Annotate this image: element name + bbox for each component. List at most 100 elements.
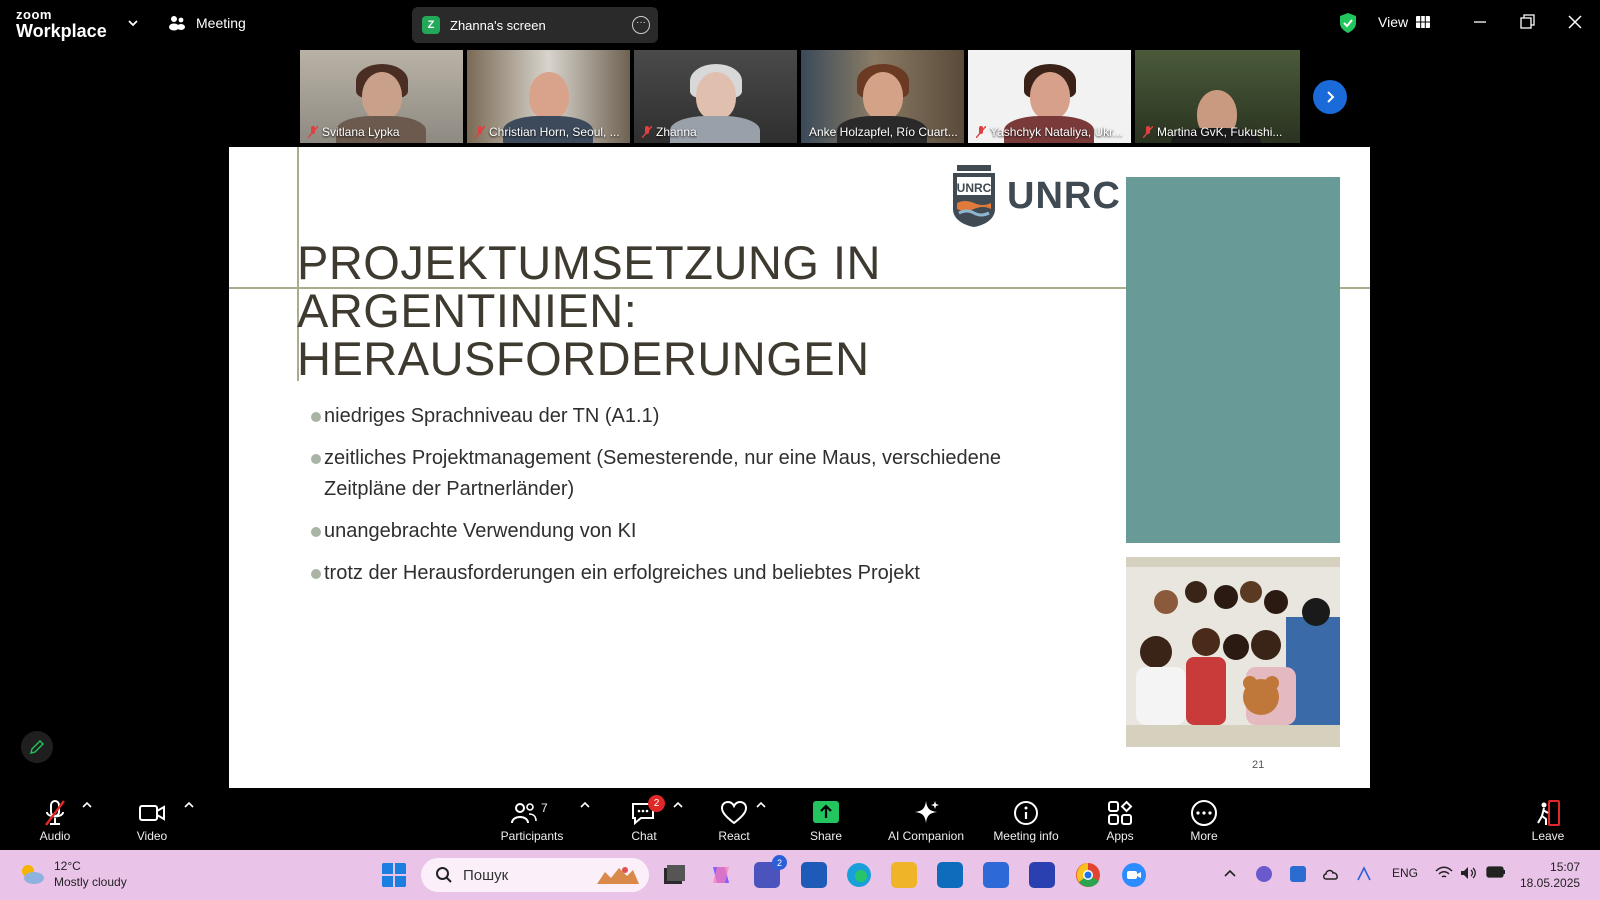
volume-icon[interactable] — [1460, 866, 1478, 880]
chevron-up-icon[interactable] — [756, 801, 766, 809]
chevron-up-icon[interactable] — [82, 801, 92, 809]
chevron-up-icon[interactable] — [1223, 868, 1237, 878]
edge-icon[interactable] — [846, 862, 872, 888]
temperature: 12°C — [54, 859, 81, 873]
minimize-icon[interactable] — [1470, 12, 1490, 32]
meeting-icon — [169, 16, 185, 31]
people-icon — [511, 803, 537, 824]
pencil-icon — [30, 740, 44, 754]
leave-icon — [1537, 800, 1560, 826]
close-icon[interactable] — [1565, 12, 1585, 32]
bullet-dot — [311, 569, 321, 579]
zoom-taskbar-icon[interactable] — [1121, 862, 1147, 888]
ai-companion-button[interactable]: AI Companion — [884, 789, 968, 850]
cloud-sync-icon[interactable] — [1322, 866, 1340, 882]
chat-button[interactable]: 2 Chat — [626, 789, 665, 850]
participant-tile[interactable]: Martina GvK, Fukushi... — [1135, 50, 1300, 143]
participant-tile[interactable]: Zhanna — [634, 50, 797, 143]
more-button[interactable]: More — [1184, 789, 1224, 850]
chevron-up-icon[interactable] — [673, 801, 683, 809]
video-button[interactable]: Video — [130, 789, 174, 850]
mic-muted-icon — [475, 126, 485, 138]
meeting-menu[interactable]: Meeting — [168, 14, 246, 32]
bullet-item: zeitliches Projektmanagement (Semesteren… — [311, 443, 1071, 505]
chat-icon-wrap: 2 — [629, 795, 665, 827]
battery-icon[interactable] — [1486, 866, 1506, 878]
app-icon[interactable] — [1029, 862, 1055, 888]
store-icon[interactable] — [983, 862, 1009, 888]
next-page-button[interactable] — [1313, 80, 1347, 114]
mic-muted-icon — [976, 126, 986, 138]
mic-muted-icon — [45, 800, 65, 826]
search-highlight-icon — [597, 867, 639, 884]
encryption-shield-icon[interactable] — [1338, 12, 1358, 34]
defender-icon[interactable] — [1290, 866, 1306, 882]
chevron-down-icon[interactable] — [126, 16, 140, 30]
logo-wordmark: UNRC — [1007, 174, 1121, 217]
share-button[interactable]: Share — [804, 789, 848, 850]
more-options-icon[interactable]: ··· — [632, 16, 650, 34]
weather-widget[interactable]: 12°C Mostly cloudy — [18, 858, 127, 890]
accent-block — [1126, 177, 1340, 543]
sparkle-icon — [915, 801, 939, 823]
word-icon[interactable] — [801, 862, 827, 888]
taskbar-search[interactable]: Пошук — [421, 858, 649, 892]
more-icon — [1191, 800, 1217, 826]
participants-button[interactable]: 7 Participants — [492, 789, 572, 850]
meeting-info-button[interactable]: Meeting info — [988, 789, 1064, 850]
audio-button[interactable]: Audio — [34, 789, 76, 850]
apps-button[interactable]: Apps — [1102, 789, 1138, 850]
annotate-button[interactable] — [21, 731, 53, 763]
chevron-up-icon[interactable] — [580, 801, 590, 809]
sharer-avatar-badge: Z — [422, 16, 440, 34]
grid-icon — [1416, 16, 1431, 28]
screen-share-pill[interactable]: Z Zhanna's screen ··· — [412, 7, 658, 43]
unrc-logo: UNRC UNRC — [951, 165, 1121, 227]
react-label: React — [718, 829, 750, 843]
tray-app-icon[interactable] — [1256, 866, 1272, 882]
meeting-info-label: Meeting info — [993, 829, 1059, 843]
meeting-label: Meeting — [196, 15, 246, 31]
teams-icon[interactable]: 2 — [754, 855, 787, 888]
audio-label: Audio — [39, 829, 71, 843]
task-view-icon[interactable] — [661, 862, 687, 888]
slide-title: PROJEKTUMSETZUNG IN ARGENTINIEN: HERAUSF… — [297, 239, 1137, 383]
shared-slide: UNRC UNRC PROJEKTUMSETZUNG IN ARGENTINIE… — [229, 147, 1370, 788]
file-explorer-icon[interactable] — [891, 862, 917, 888]
participant-tile[interactable]: Yashchyk Nataliya, Ukr... — [968, 50, 1131, 143]
search-placeholder: Пошук — [463, 866, 509, 884]
view-button[interactable]: View — [1378, 14, 1431, 30]
participants-label: Participants — [500, 829, 564, 843]
meeting-toolbar: Audio Video 7 Participants 2 Chat React … — [0, 789, 1600, 850]
clock-time: 15:07 — [1550, 860, 1581, 874]
chevron-right-icon — [1327, 91, 1335, 103]
wifi-icon[interactable] — [1435, 866, 1453, 880]
outlook-icon[interactable] — [937, 862, 963, 888]
chrome-icon[interactable] — [1075, 862, 1101, 888]
participant-tile[interactable]: Svitlana Lypka — [300, 50, 463, 143]
input-language[interactable]: ENG — [1392, 866, 1418, 880]
apps-icon — [1108, 800, 1133, 825]
video-camera-icon — [139, 805, 165, 821]
restore-icon[interactable] — [1517, 12, 1537, 32]
copilot-icon[interactable] — [708, 862, 734, 888]
pen-input-icon[interactable] — [1356, 866, 1376, 882]
bullet-dot — [311, 527, 321, 537]
logo-top-text: zoom — [16, 7, 52, 22]
mic-muted-icon — [308, 126, 318, 138]
chevron-up-icon[interactable] — [184, 801, 194, 809]
system-clock[interactable]: 15:07 18.05.2025 — [1520, 859, 1580, 891]
participant-name: Christian Horn, Seoul, ... — [475, 125, 620, 139]
leave-button[interactable]: Leave — [1528, 789, 1568, 850]
participant-tile[interactable]: Christian Horn, Seoul, ... — [467, 50, 630, 143]
windows-taskbar: 12°C Mostly cloudy Пошук 2 ENG 15:07 18.… — [0, 850, 1600, 900]
windows-start-icon[interactable] — [381, 862, 407, 888]
participant-name: Yashchyk Nataliya, Ukr... — [976, 125, 1123, 139]
bullet-item: niedriges Sprachniveau der TN (A1.1) — [311, 401, 1071, 432]
react-button[interactable]: React — [714, 789, 754, 850]
screen-share-title: Zhanna's screen — [450, 17, 546, 33]
share-label: Share — [809, 829, 843, 843]
participant-tile-active[interactable]: Anke Holzapfel, Río Cuart... — [801, 50, 964, 143]
share-screen-icon — [813, 801, 839, 823]
bullet-item: trotz der Herausforderungen ein erfolgre… — [311, 558, 1071, 589]
